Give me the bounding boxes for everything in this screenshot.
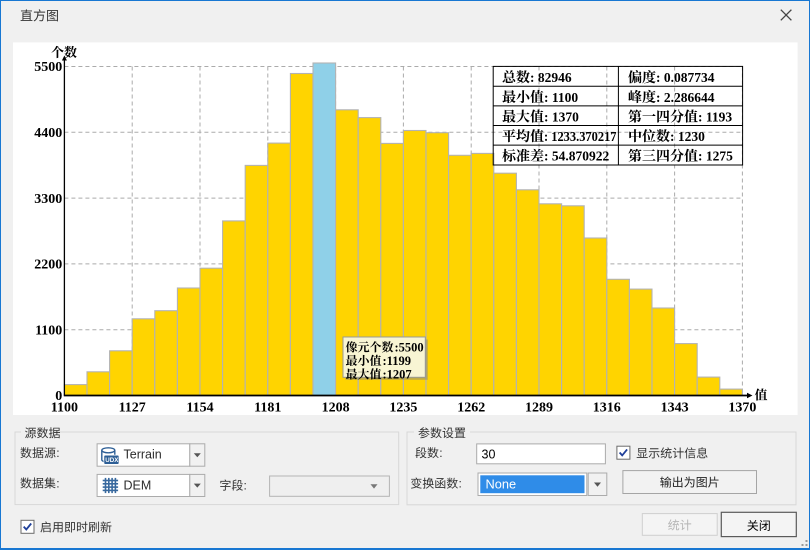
svg-text:: 2.286644: : 2.286644 <box>656 90 715 105</box>
svg-text:1127: 1127 <box>119 400 146 415</box>
svg-text:3300: 3300 <box>34 192 62 207</box>
svg-text:: 1100: : 1100 <box>544 90 578 105</box>
svg-text:: 1370: : 1370 <box>544 109 579 124</box>
svg-text:DEM: DEM <box>124 479 152 493</box>
svg-text:: 0.087734: : 0.087734 <box>656 70 715 85</box>
svg-text:1289: 1289 <box>525 400 553 415</box>
svg-text:1370: 1370 <box>728 400 756 415</box>
svg-text::: : <box>459 477 462 491</box>
svg-text:: 54.870922: : 54.870922 <box>544 149 609 164</box>
svg-text::5500: :5500 <box>395 340 424 354</box>
svg-text:2200: 2200 <box>34 258 62 273</box>
svg-text:1154: 1154 <box>186 400 213 415</box>
svg-text:: 1233.370217: : 1233.370217 <box>544 129 617 144</box>
svg-text::: : <box>56 446 59 460</box>
svg-text:1343: 1343 <box>661 400 689 415</box>
svg-text:1235: 1235 <box>389 400 417 415</box>
svg-text::: : <box>439 446 442 460</box>
svg-text::: : <box>244 479 247 493</box>
svg-text:1316: 1316 <box>593 400 621 415</box>
svg-text:Terrain: Terrain <box>124 448 162 462</box>
svg-text:None: None <box>486 477 517 492</box>
svg-text:: 1275: : 1275 <box>698 149 733 164</box>
svg-text:1262: 1262 <box>457 400 485 415</box>
svg-text::: : <box>56 477 59 491</box>
svg-text:1181: 1181 <box>254 400 281 415</box>
svg-text::1207: :1207 <box>383 367 412 381</box>
svg-text:1208: 1208 <box>322 400 350 415</box>
svg-text::1199: :1199 <box>383 354 411 368</box>
svg-text:1100: 1100 <box>51 400 78 415</box>
svg-text:UDX: UDX <box>105 457 119 464</box>
svg-text:: 82946: : 82946 <box>530 70 572 85</box>
svg-text:: 1193: : 1193 <box>698 109 732 124</box>
svg-text:: 1230: : 1230 <box>670 129 705 144</box>
svg-text:1100: 1100 <box>35 323 62 338</box>
svg-text:5500: 5500 <box>34 60 62 75</box>
svg-text:4400: 4400 <box>34 126 62 141</box>
svg-text:30: 30 <box>482 447 496 461</box>
